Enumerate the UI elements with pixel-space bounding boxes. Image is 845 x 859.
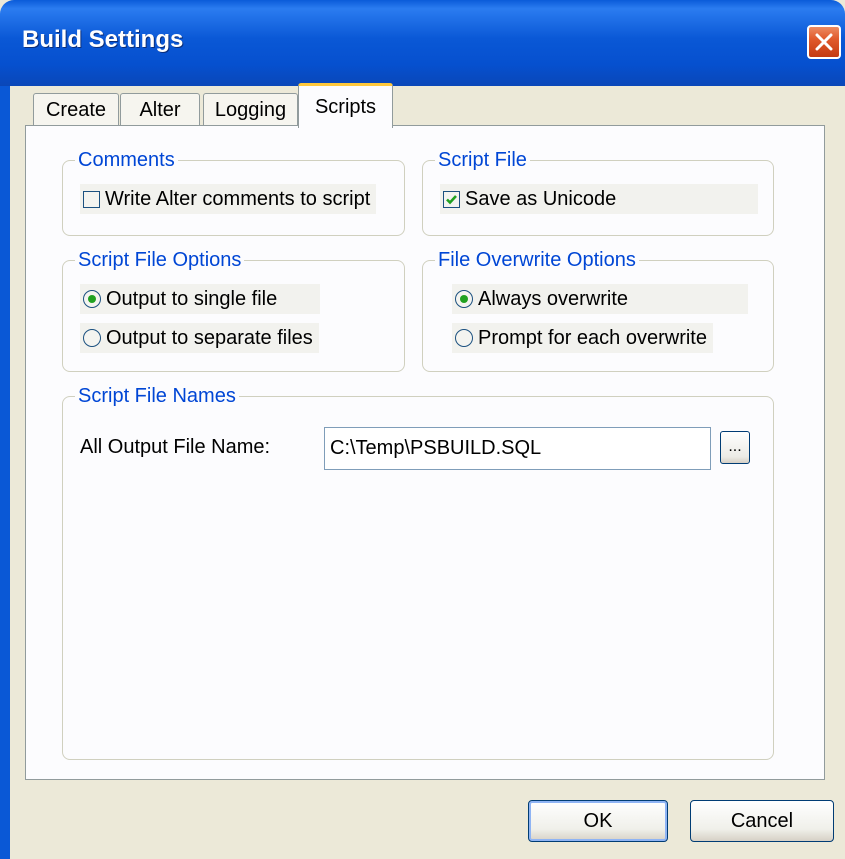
- save-as-unicode-checkbox[interactable]: Save as Unicode: [440, 184, 758, 214]
- all-output-file-name-input[interactable]: [324, 427, 711, 470]
- radio-button: [83, 329, 101, 347]
- browse-button[interactable]: ...: [720, 431, 750, 464]
- group-legend: Comments: [75, 148, 178, 172]
- radio-label: Prompt for each overwrite: [478, 326, 707, 349]
- group-legend: File Overwrite Options: [435, 248, 639, 272]
- group-legend: Script File Names: [75, 384, 239, 408]
- checkbox-label: Write Alter comments to script: [105, 187, 371, 210]
- script-file-options-group: Script File Options: [62, 248, 405, 372]
- output-separate-files-radio[interactable]: Output to separate files: [80, 323, 319, 353]
- browse-button-label: ...: [728, 438, 742, 455]
- cancel-button[interactable]: Cancel: [690, 800, 834, 842]
- tab-logging[interactable]: Logging: [203, 93, 298, 127]
- radio-label: Output to single file: [106, 287, 278, 310]
- radio-label: Output to separate files: [106, 326, 313, 349]
- write-alter-comments-checkbox[interactable]: Write Alter comments to script: [80, 184, 377, 214]
- window-title: Build Settings: [22, 26, 184, 53]
- tab-label: Create: [45, 99, 107, 121]
- tab-label: Alter: [139, 99, 181, 121]
- group-legend: Script File: [435, 148, 530, 172]
- tab-alter[interactable]: Alter: [120, 93, 200, 127]
- group-legend: Script File Options: [75, 248, 245, 272]
- ok-button-label: OK: [583, 809, 613, 832]
- tab-label: Logging: [214, 99, 287, 121]
- all-output-file-name-label: All Output File Name:: [80, 436, 271, 458]
- prompt-each-overwrite-radio[interactable]: Prompt for each overwrite: [452, 323, 713, 353]
- checkbox-label: Save as Unicode: [465, 187, 617, 210]
- checkbox-box: [83, 190, 100, 208]
- title-bar: Build Settings: [0, 0, 845, 86]
- radio-button: [455, 329, 473, 347]
- cancel-button-label: Cancel: [730, 809, 794, 832]
- ok-button[interactable]: OK: [528, 800, 668, 842]
- close-button[interactable]: [807, 25, 841, 59]
- tab-label: Scripts: [314, 95, 377, 118]
- checkbox-box: [443, 190, 460, 208]
- always-overwrite-radio[interactable]: Always overwrite: [452, 284, 748, 314]
- tab-create[interactable]: Create: [33, 93, 119, 127]
- output-single-file-radio[interactable]: Output to single file: [80, 284, 320, 314]
- radio-label: Always overwrite: [478, 287, 629, 310]
- file-overwrite-options-group: File Overwrite Options: [422, 248, 774, 372]
- tab-scripts[interactable]: Scripts: [298, 83, 393, 128]
- radio-button-selected: [83, 290, 101, 308]
- radio-button-selected: [455, 290, 473, 308]
- window-frame-left: [0, 86, 10, 859]
